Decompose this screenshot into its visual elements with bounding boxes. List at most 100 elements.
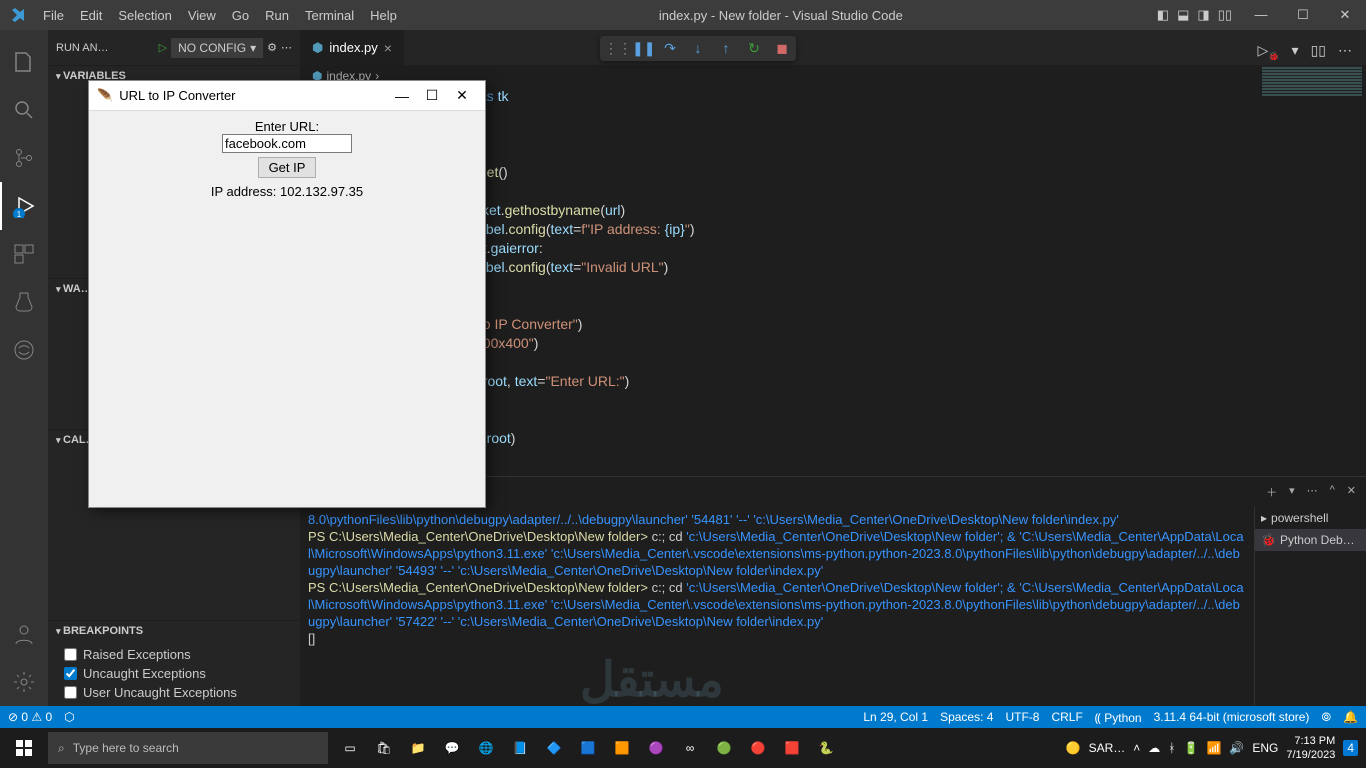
menu-terminal[interactable]: Terminal xyxy=(297,8,362,23)
indent-status[interactable]: Spaces: 4 xyxy=(940,710,993,724)
eol-status[interactable]: CRLF xyxy=(1051,710,1082,724)
debug-toolbar[interactable]: ⋮⋮ ❚❚ ↷ ↓ ↑ ↻ ◼ xyxy=(600,36,796,61)
minimize-button[interactable]: — xyxy=(1240,7,1282,23)
wifi-icon[interactable]: 📶 xyxy=(1206,741,1221,755)
app-icon[interactable]: 🔷 xyxy=(538,732,570,764)
drag-handle-icon[interactable]: ⋮⋮ xyxy=(604,40,624,57)
pause-icon[interactable]: ❚❚ xyxy=(632,40,652,57)
menu-help[interactable]: Help xyxy=(362,8,405,23)
tray-chevron-up-icon[interactable]: ˄ xyxy=(1133,741,1140,755)
photoshop-icon[interactable]: 🟦 xyxy=(572,732,604,764)
menu-file[interactable]: File xyxy=(35,8,72,23)
chrome-icon[interactable]: 🌐 xyxy=(470,732,502,764)
discord-icon[interactable]: 🟣 xyxy=(640,732,672,764)
stop-icon[interactable]: ◼ xyxy=(772,40,792,57)
url-input[interactable] xyxy=(222,134,352,153)
illustrator-icon[interactable]: 🟧 xyxy=(606,732,638,764)
notifications-icon[interactable]: 🔔 xyxy=(1343,710,1358,724)
chat-icon[interactable] xyxy=(0,326,48,374)
vscode-taskbar-icon[interactable]: 📘 xyxy=(504,732,536,764)
step-into-icon[interactable]: ↓ xyxy=(688,40,708,57)
chrome2-icon[interactable]: 🔴 xyxy=(742,732,774,764)
bluetooth-icon[interactable]: ᚼ xyxy=(1168,741,1175,755)
layout-panel-bottom-icon[interactable]: ⬓ xyxy=(1177,7,1189,23)
editor-more-icon[interactable]: ⋯ xyxy=(1338,42,1352,62)
split-editor-icon[interactable]: ▯▯ xyxy=(1311,42,1326,62)
tray-user[interactable]: SAR… xyxy=(1089,741,1126,755)
debug-settings-gear-icon[interactable]: ⚙ xyxy=(267,41,277,54)
menu-run[interactable]: Run xyxy=(257,8,297,23)
breakpoint-item[interactable]: Uncaught Exceptions xyxy=(64,664,284,683)
layout-customize-icon[interactable]: ▯▯ xyxy=(1218,7,1232,23)
terminal-instance[interactable]: ▸powershell xyxy=(1255,507,1366,529)
testing-icon[interactable] xyxy=(0,278,48,326)
close-panel-icon[interactable]: ✕ xyxy=(1347,484,1356,500)
breakpoints-section[interactable]: BREAKPOINTS xyxy=(48,620,300,641)
feedback-icon[interactable]: ⦾ xyxy=(1321,710,1331,725)
menu-selection[interactable]: Selection xyxy=(110,8,179,23)
interpreter-status[interactable]: 3.11.4 64-bit (microsoft store) xyxy=(1154,710,1310,724)
problems-status[interactable]: ⊘ 0 ⚠ 0 xyxy=(8,710,52,724)
python-icon[interactable]: 🐍 xyxy=(810,732,842,764)
powerpoint-icon[interactable]: 🟥 xyxy=(776,732,808,764)
task-view-icon[interactable]: ▭ xyxy=(334,732,366,764)
breakpoint-checkbox[interactable] xyxy=(64,648,77,661)
new-terminal-icon[interactable]: ＋ xyxy=(1266,484,1277,500)
ports-status[interactable]: ⬡ xyxy=(64,710,74,724)
close-tab-icon[interactable]: × xyxy=(384,40,392,56)
panel-more-icon[interactable]: ⋯ xyxy=(1307,484,1318,500)
menu-edit[interactable]: Edit xyxy=(72,8,110,23)
volume-icon[interactable]: 🔊 xyxy=(1229,741,1244,755)
tk-close-button[interactable]: ✕ xyxy=(447,87,477,104)
extensions-icon[interactable] xyxy=(0,230,48,278)
tkinter-titlebar[interactable]: 🪶 URL to IP Converter — ☐ ✕ xyxy=(89,81,485,111)
chevron-down-icon[interactable]: ▾ xyxy=(1292,42,1299,62)
layout-panel-left-icon[interactable]: ◧ xyxy=(1157,7,1169,23)
run-debug-icon[interactable]: 1 xyxy=(0,182,48,230)
debug-config-select[interactable]: No Config ▾ xyxy=(171,38,263,58)
step-out-icon[interactable]: ↑ xyxy=(716,40,736,57)
step-over-icon[interactable]: ↷ xyxy=(660,40,680,57)
search-icon[interactable] xyxy=(0,86,48,134)
chevron-down-icon[interactable]: ▾ xyxy=(1289,484,1295,500)
minimap[interactable] xyxy=(1262,66,1362,186)
maximize-panel-icon[interactable]: ^ xyxy=(1330,484,1335,500)
file-explorer-icon[interactable]: 📁 xyxy=(402,732,434,764)
menu-view[interactable]: View xyxy=(180,8,224,23)
battery-icon[interactable]: 🔋 xyxy=(1184,741,1199,755)
onedrive-icon[interactable]: ☁ xyxy=(1148,741,1160,755)
layout-panel-right-icon[interactable]: ◨ xyxy=(1197,7,1209,23)
close-window-button[interactable]: ✕ xyxy=(1324,7,1366,23)
breakpoint-checkbox[interactable] xyxy=(64,686,77,699)
whatsapp-icon[interactable]: 💬 xyxy=(436,732,468,764)
notifications-badge[interactable]: 4 xyxy=(1343,740,1358,756)
restart-icon[interactable]: ↻ xyxy=(744,40,764,57)
cursor-position[interactable]: Ln 29, Col 1 xyxy=(863,710,928,724)
breakpoint-item[interactable]: User Uncaught Exceptions xyxy=(64,683,284,702)
language-indicator[interactable]: ENG xyxy=(1252,741,1278,755)
spotify-icon[interactable]: 🟢 xyxy=(708,732,740,764)
account-icon[interactable] xyxy=(0,610,48,658)
settings-gear-icon[interactable] xyxy=(0,658,48,706)
breakpoint-checkbox[interactable] xyxy=(64,667,77,680)
microsoft-store-icon[interactable]: 🛍 xyxy=(368,732,400,764)
run-file-icon[interactable]: ▷🐞 xyxy=(1258,42,1280,62)
tray-app-icon[interactable]: 🟡 xyxy=(1066,741,1081,755)
start-debug-button[interactable]: ▷ xyxy=(159,41,167,54)
debug-more-icon[interactable]: ⋯ xyxy=(281,41,292,54)
start-button[interactable] xyxy=(0,740,48,756)
taskbar-search[interactable]: ⌕ Type here to search xyxy=(48,732,328,764)
encoding-status[interactable]: UTF-8 xyxy=(1005,710,1039,724)
taskbar-clock[interactable]: 7:13 PM 7/19/2023 xyxy=(1286,734,1335,762)
tk-minimize-button[interactable]: — xyxy=(387,88,417,104)
language-mode[interactable]: ⸨ Python xyxy=(1095,709,1142,726)
source-control-icon[interactable] xyxy=(0,134,48,182)
terminal-instance[interactable]: 🐞Python Deb… xyxy=(1255,529,1366,551)
terminal-output[interactable]: 8.0\pythonFiles\lib\python\debugpy\adapt… xyxy=(300,507,1254,706)
tk-maximize-button[interactable]: ☐ xyxy=(417,87,447,104)
maximize-button[interactable]: ☐ xyxy=(1282,7,1324,23)
get-ip-button[interactable]: Get IP xyxy=(258,157,317,178)
explorer-icon[interactable] xyxy=(0,38,48,86)
menu-go[interactable]: Go xyxy=(224,8,257,23)
breakpoint-item[interactable]: Raised Exceptions xyxy=(64,645,284,664)
